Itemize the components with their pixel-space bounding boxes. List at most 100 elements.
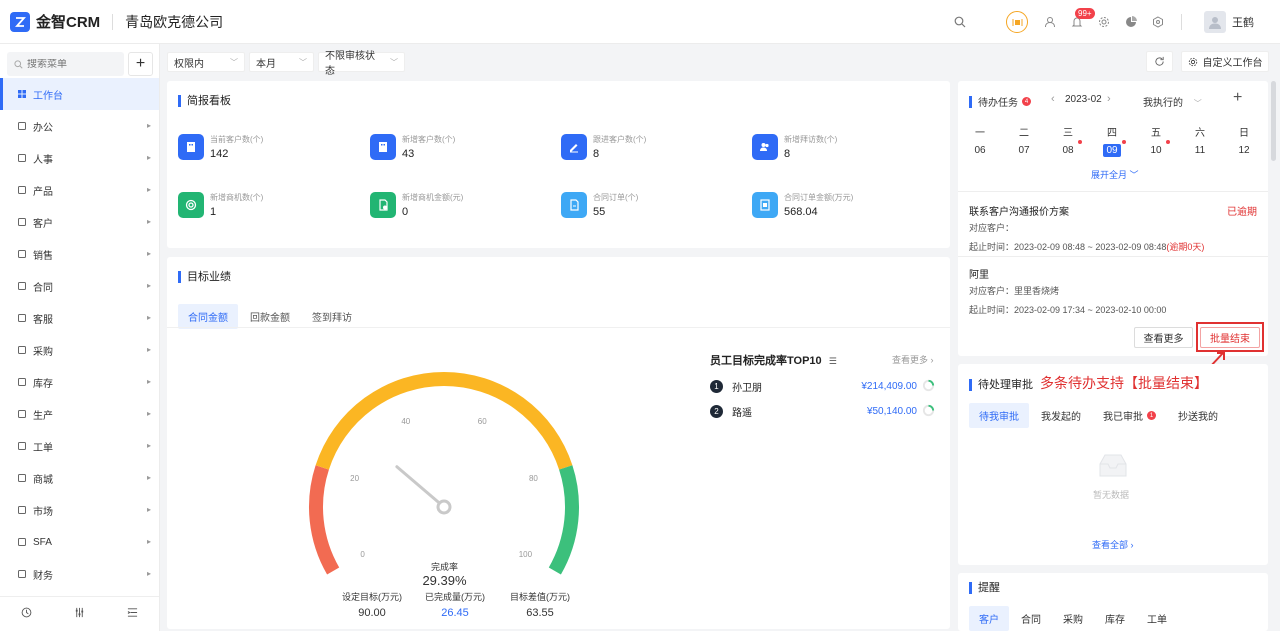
contacts-icon[interactable]: [1039, 11, 1061, 33]
sidebar-item-2[interactable]: 人事 ▸: [0, 142, 159, 174]
reminder-tab-1[interactable]: 合同: [1011, 606, 1051, 631]
tab-payment-amount[interactable]: 回款金额: [240, 304, 300, 329]
custom-workspace-button[interactable]: 自定义工作台: [1181, 51, 1269, 72]
stat-contract-orders[interactable]: 合同订单(个) 55: [561, 192, 638, 218]
sidebar-item-label: 销售: [33, 250, 53, 262]
company-name[interactable]: 青岛欧克德公司: [125, 12, 223, 32]
completion-gauge: 0 20 40 60 80 100: [309, 372, 579, 575]
sidebar-item-3[interactable]: 产品 ▸: [0, 174, 159, 206]
tab-cc-me[interactable]: 抄送我的: [1168, 403, 1228, 428]
settings-icon[interactable]: [1093, 11, 1115, 33]
reminder-tab-0[interactable]: 客户: [969, 606, 1009, 631]
tab-approved[interactable]: 我已审批 1: [1093, 403, 1166, 428]
reminder-tab-2[interactable]: 采购: [1053, 606, 1093, 631]
chevron-right-icon: ▸: [146, 345, 151, 354]
sidebar-item-label: 产品: [33, 186, 53, 198]
pie-chart-icon[interactable]: [1120, 11, 1142, 33]
top10-row[interactable]: 1 孙卫朋 ¥214,409.00: [710, 378, 935, 394]
expand-month-link[interactable]: 展开全月 ﹀: [1091, 168, 1139, 181]
app-logo[interactable]: 金智CRM: [10, 11, 100, 32]
stat-current-customers[interactable]: 当前客户数(个) 142: [178, 134, 263, 160]
expand-month-label: 展开全月: [1091, 170, 1128, 180]
sidebar-item-1[interactable]: 办公 ▸: [0, 110, 159, 142]
stat-label: 跟进客户数(个): [593, 135, 647, 144]
stat-followup-customers[interactable]: 跟进客户数(个) 8: [561, 134, 646, 160]
reminder-tab-3[interactable]: 库存: [1095, 606, 1135, 631]
view-all-link[interactable]: 查看全部 ›: [1092, 538, 1134, 551]
sidebar-item-8[interactable]: 采购 ▸: [0, 334, 159, 366]
prev-month-icon[interactable]: ‹: [1051, 93, 1055, 105]
day-cell[interactable]: 07: [1002, 145, 1046, 156]
logo-icon: [10, 11, 30, 32]
notification-badge: 99+: [1075, 8, 1095, 19]
stat-new-customers[interactable]: 新增客户数(个) 43: [370, 134, 455, 160]
stat-opportunity-amount[interactable]: 新增商机金额(元) 0: [370, 192, 463, 218]
stat-contract-amount[interactable]: 合同订单金额(万元) 568.04: [752, 192, 853, 218]
collapse-menu-icon[interactable]: [127, 607, 138, 618]
period-select[interactable]: 本月 ﹀: [249, 52, 314, 72]
batch-end-button[interactable]: 批量结束: [1200, 327, 1260, 348]
sidebar-item-10[interactable]: 生产 ▸: [0, 398, 159, 430]
day-cell[interactable]: 12: [1222, 145, 1266, 156]
next-month-icon[interactable]: ›: [1107, 93, 1111, 105]
task-item[interactable]: 阿里 对应客户：里里香烧烤 起止时间：2023-02-09 17:34 ~ 20…: [969, 266, 1257, 317]
bell-icon[interactable]: 99+: [1066, 8, 1095, 33]
annotation-text: 多条待办支持【批量结束】: [1040, 376, 1208, 392]
gauge-tick-label: 100: [519, 550, 533, 559]
top10-more-link[interactable]: 查看更多 ›: [892, 353, 934, 366]
menu-search[interactable]: [7, 52, 124, 76]
view-more-button[interactable]: 查看更多: [1134, 327, 1193, 348]
sidebar-item-15[interactable]: 财务 ▸: [0, 558, 159, 590]
audit-value: 不限审核状态: [325, 51, 375, 77]
add-task-icon[interactable]: +: [1233, 89, 1242, 107]
executor-select[interactable]: 我执行的 ﹀: [1143, 94, 1202, 109]
sidebar-item-11[interactable]: 工单 ▸: [0, 430, 159, 462]
progress-ring-icon: [922, 404, 935, 417]
stat-value: 0: [402, 206, 409, 218]
day-cell[interactable]: 11: [1178, 145, 1222, 156]
sidebar-item-5[interactable]: 销售 ▸: [0, 238, 159, 270]
tab-checkin-visit[interactable]: 签到拜访: [302, 304, 362, 329]
user-menu[interactable]: 王鹤: [1204, 11, 1254, 33]
audit-select[interactable]: 不限审核状态 ﹀: [318, 51, 405, 77]
sidebar-item-0[interactable]: 工作台: [0, 78, 159, 110]
building-icon: [370, 134, 396, 160]
refresh-button[interactable]: [1146, 51, 1173, 72]
sidebar-item-4[interactable]: 客户 ▸: [0, 206, 159, 238]
stat-new-visits[interactable]: 新增拜访数(个) 8: [752, 134, 837, 160]
page-scrollbar[interactable]: [1271, 81, 1276, 161]
add-button[interactable]: +: [128, 52, 153, 76]
sidebar-item-12[interactable]: 商城 ▸: [0, 462, 159, 494]
day-cell[interactable]: 10: [1134, 145, 1178, 156]
day-cell[interactable]: 06: [958, 145, 1002, 156]
sidebar-item-6[interactable]: 合同 ▸: [0, 270, 159, 302]
sidebar-item-label: 合同: [33, 282, 53, 294]
day-cell[interactable]: 08: [1046, 145, 1090, 156]
tab-initiated[interactable]: 我发起的: [1031, 403, 1091, 428]
refresh-icon: [1155, 56, 1164, 66]
broadcast-icon[interactable]: [1006, 11, 1028, 33]
chevron-right-icon: ▸: [146, 441, 151, 450]
sidebar-item-7[interactable]: 客服 ▸: [0, 302, 159, 334]
summary-item: 设定目标(万元) 90.00: [337, 590, 407, 619]
sidebar-item-9[interactable]: 库存 ▸: [0, 366, 159, 398]
shield-icon[interactable]: [1147, 11, 1169, 33]
reminder-tab-4[interactable]: 工单: [1137, 606, 1177, 631]
chevron-right-icon: ▸: [146, 185, 151, 194]
sidebar-item-label: SFA: [33, 536, 52, 548]
month-label[interactable]: 2023-02: [1065, 94, 1102, 105]
tab-contract-amount[interactable]: 合同金额: [178, 304, 238, 329]
day-cell[interactable]: 09: [1090, 144, 1134, 157]
tab-pending-approval[interactable]: 待我审批: [969, 403, 1029, 428]
shop-icon: [18, 474, 26, 482]
sliders-icon[interactable]: [74, 607, 85, 618]
task-item[interactable]: 联系客户沟通报价方案 已逾期 对应客户： 起止时间：2023-02-09 08:…: [969, 203, 1257, 254]
sidebar-item-13[interactable]: 市场 ▸: [0, 494, 159, 526]
sidebar-item-14[interactable]: SFA ▸: [0, 526, 159, 558]
scope-select[interactable]: 权限内 ﹀: [167, 52, 245, 72]
stat-new-opportunities[interactable]: 新增商机数(个) 1: [178, 192, 263, 218]
search-icon[interactable]: [949, 11, 971, 33]
history-icon[interactable]: [21, 607, 32, 618]
top10-row[interactable]: 2 路遥 ¥50,140.00: [710, 403, 935, 419]
menu-search-input[interactable]: [27, 58, 117, 70]
